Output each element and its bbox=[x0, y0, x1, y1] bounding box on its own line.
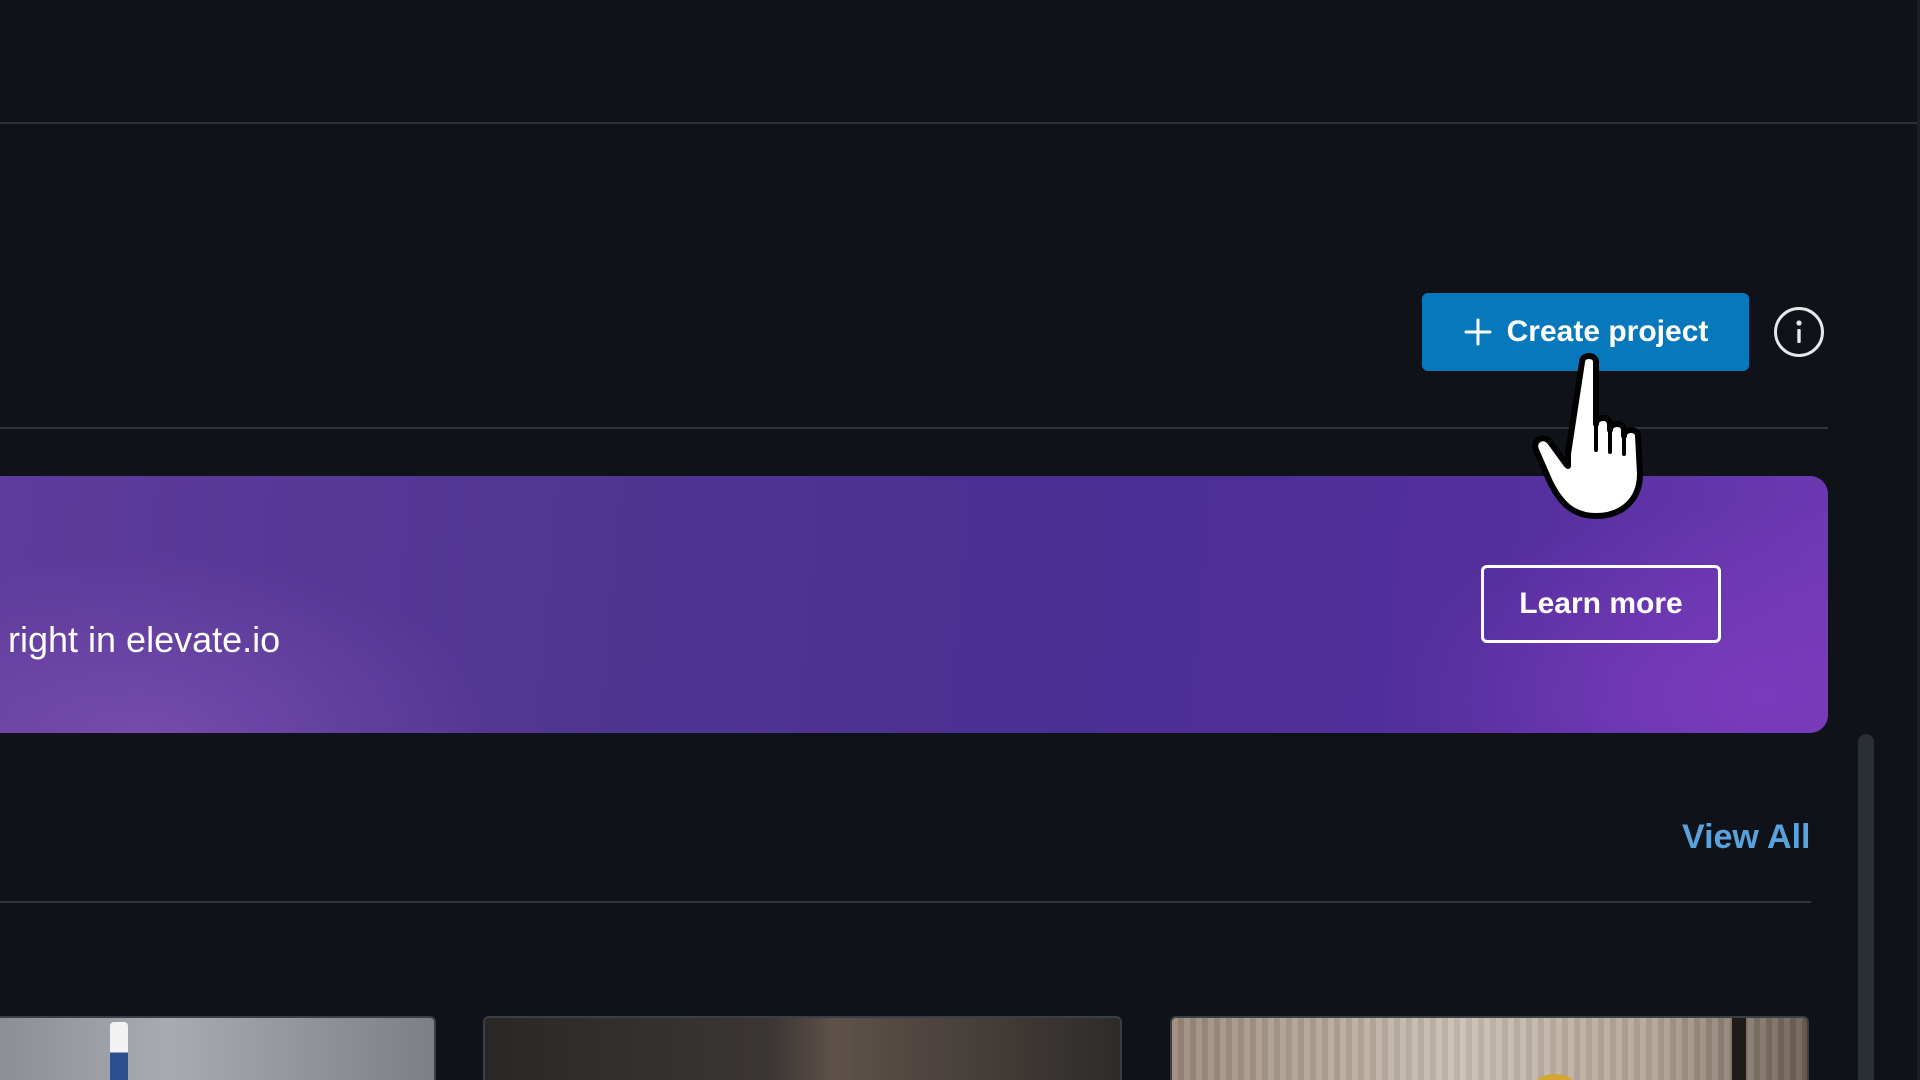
app-page: Create project s right in elevate.io Lea… bbox=[0, 0, 1920, 1080]
section-divider bbox=[0, 901, 1811, 903]
create-project-label: Create project bbox=[1506, 315, 1709, 348]
top-bar bbox=[0, 0, 1918, 123]
create-project-button[interactable]: Create project bbox=[1422, 293, 1749, 371]
learn-more-button[interactable]: Learn more bbox=[1481, 565, 1721, 643]
learn-more-label: Learn more bbox=[1519, 587, 1683, 620]
project-thumbnail[interactable] bbox=[0, 1016, 436, 1080]
top-bar-divider bbox=[0, 122, 1918, 124]
header-divider bbox=[0, 427, 1828, 429]
project-thumbnail[interactable] bbox=[1170, 1016, 1809, 1080]
thumbnail-image bbox=[110, 1022, 128, 1080]
project-thumbnail[interactable] bbox=[483, 1016, 1122, 1080]
scrollbar[interactable] bbox=[1858, 734, 1874, 1080]
thumbnail-image bbox=[1732, 1018, 1746, 1080]
plus-icon bbox=[1464, 318, 1492, 346]
info-button[interactable] bbox=[1774, 307, 1824, 357]
promo-banner: s right in elevate.io Learn more bbox=[0, 476, 1828, 733]
info-icon bbox=[1796, 320, 1802, 343]
banner-text: s right in elevate.io bbox=[0, 619, 281, 660]
view-all-link[interactable]: View All bbox=[1682, 818, 1811, 857]
thumbnail-image bbox=[1532, 1074, 1578, 1080]
